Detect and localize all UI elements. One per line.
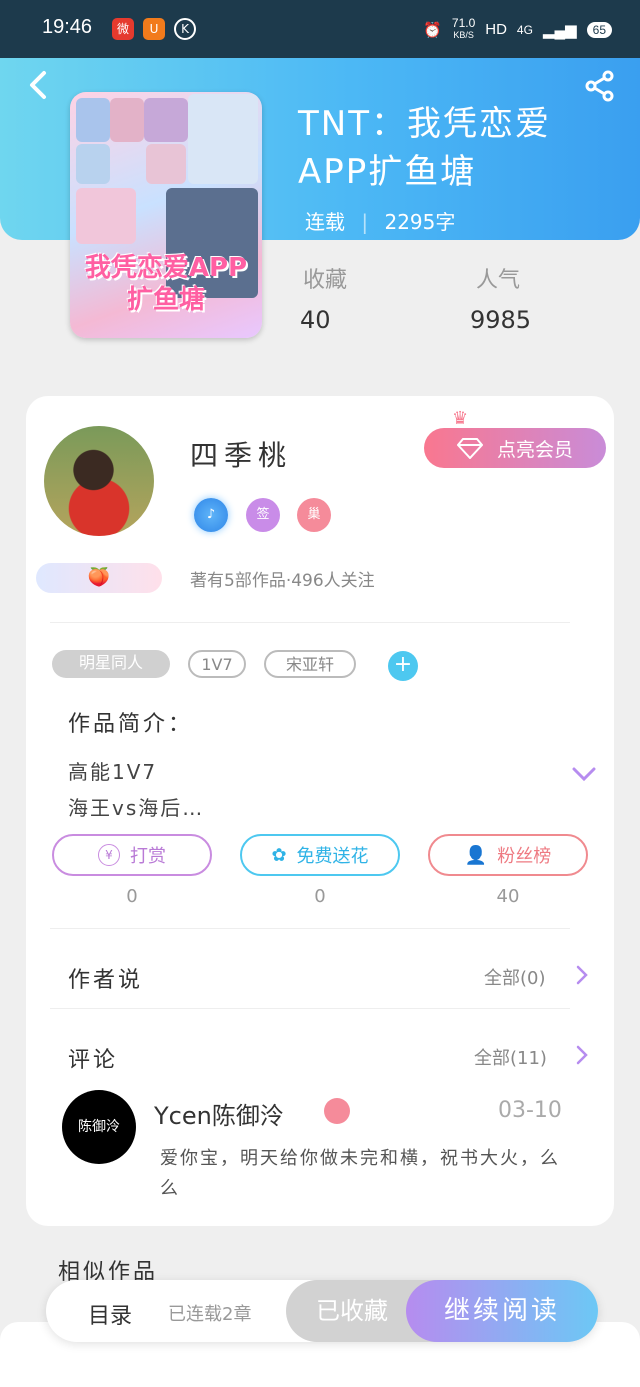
comments-heading: 评论: [68, 1048, 119, 1073]
send-flower-button[interactable]: ✿ 免费送花: [240, 834, 400, 876]
signal-icon: ▂▄▆: [542, 21, 577, 39]
expand-chevron-icon[interactable]: [572, 766, 596, 782]
comments-more[interactable]: 全部(11): [474, 1044, 547, 1070]
chevron-right-icon[interactable]: [576, 965, 588, 985]
status-time: 19:46: [42, 16, 93, 38]
author-stats: 著有5部作品·496人关注: [190, 571, 375, 591]
tip-button[interactable]: ¥ 打赏: [52, 834, 212, 876]
hd-label: HD: [485, 21, 507, 38]
net-speed-unit: KB/S: [453, 30, 474, 40]
book-word-count: 2295字: [384, 210, 456, 234]
cover-title-art: 我凭恋爱APP扩鱼塘: [84, 253, 248, 315]
back-icon[interactable]: [24, 70, 54, 100]
send-flower-label: 免费送花: [296, 846, 369, 867]
favorites-value: 40: [300, 306, 331, 334]
cover-photo: [146, 144, 186, 184]
signal-label: 4G: [516, 22, 533, 37]
toc-button[interactable]: 目录: [88, 1298, 132, 1330]
commenter-avatar[interactable]: 陈御泠: [62, 1090, 136, 1164]
net-speed-value: 71.0: [451, 16, 476, 30]
vip-button[interactable]: 点亮会员: [424, 428, 606, 468]
popularity-value: 9985: [470, 306, 532, 334]
uc-app-icon: U: [143, 18, 165, 40]
popularity-label: 人气: [476, 268, 521, 293]
flower-count: 0: [314, 886, 326, 907]
author-says-more[interactable]: 全部(0): [484, 964, 546, 990]
k-app-icon: K: [174, 18, 196, 40]
weibo-app-icon: 微: [112, 18, 134, 40]
vip-badge-icon: [324, 1098, 350, 1124]
comment-date: 03-10: [498, 1098, 562, 1123]
tip-label: 打赏: [130, 846, 166, 867]
intro-line: 高能1V7: [68, 760, 158, 784]
tag-item[interactable]: 1V7: [188, 650, 246, 678]
tip-count: 0: [126, 886, 138, 907]
intro-heading: 作品简介：: [68, 712, 194, 737]
peach-badge-icon: 🍑: [36, 563, 162, 593]
person-icon: 👤: [464, 844, 488, 866]
commenter-name[interactable]: Ycen陈御泠: [154, 1096, 284, 1131]
cover-photo: [110, 98, 144, 142]
fan-count: 40: [496, 886, 520, 907]
battery-icon: 65: [586, 21, 612, 38]
share-icon[interactable]: [584, 70, 616, 102]
diamond-icon: [456, 438, 483, 459]
divider: [50, 928, 570, 929]
crown-icon: ♛: [452, 408, 469, 429]
fan-rank-button[interactable]: 👤 粉丝榜: [428, 834, 588, 876]
tag-item[interactable]: 明星同人: [52, 650, 170, 678]
alarm-icon: ⏰: [423, 21, 442, 39]
cover-photo: [76, 144, 110, 184]
cover-photo: [76, 98, 110, 142]
intro-line: 海王vs海后…: [68, 796, 205, 820]
sign-badge[interactable]: 签: [246, 498, 280, 532]
tag-item[interactable]: 宋亚轩: [264, 650, 356, 678]
cover-photo: [144, 98, 188, 142]
flower-icon: ✿: [271, 844, 287, 866]
author-avatar[interactable]: [44, 426, 154, 536]
cover-photo: [188, 94, 258, 184]
book-cover[interactable]: 我凭恋爱APP扩鱼塘: [70, 92, 262, 338]
net-speed: 71.0 KB/S: [451, 16, 476, 41]
book-status: 连载: [305, 210, 345, 234]
add-tag-button[interactable]: +: [388, 651, 418, 681]
chevron-right-icon[interactable]: [576, 1045, 588, 1065]
author-name[interactable]: 四季桃: [190, 434, 292, 474]
status-bar: 19:46 微 U K ⏰ 71.0 KB/S HD 4G ▂▄▆ 65: [0, 0, 640, 58]
fan-rank-label: 粉丝榜: [497, 846, 552, 867]
chapter-status: 已连载2章: [168, 1304, 252, 1325]
nest-badge[interactable]: 巢: [297, 498, 331, 532]
yen-icon: ¥: [98, 844, 120, 866]
cover-photo: [76, 188, 136, 244]
author-says-heading: 作者说: [68, 968, 144, 993]
continue-reading-button[interactable]: 继续阅读: [406, 1280, 598, 1342]
vip-label: 点亮会员: [496, 438, 573, 461]
book-title: TNT：我凭恋爱APP扩鱼塘: [298, 104, 551, 192]
music-badge-icon[interactable]: ♪: [194, 498, 228, 532]
status-right: ⏰ 71.0 KB/S HD 4G ▂▄▆ 65: [423, 16, 612, 41]
favorites-label: 收藏: [303, 268, 348, 293]
comment-text: 爱你宝，明天给你做未完和横，祝书大火，么么: [160, 1148, 560, 1199]
book-status-line: 连载 | 2295字: [305, 210, 456, 234]
divider: [50, 622, 570, 623]
divider: [50, 1008, 570, 1009]
